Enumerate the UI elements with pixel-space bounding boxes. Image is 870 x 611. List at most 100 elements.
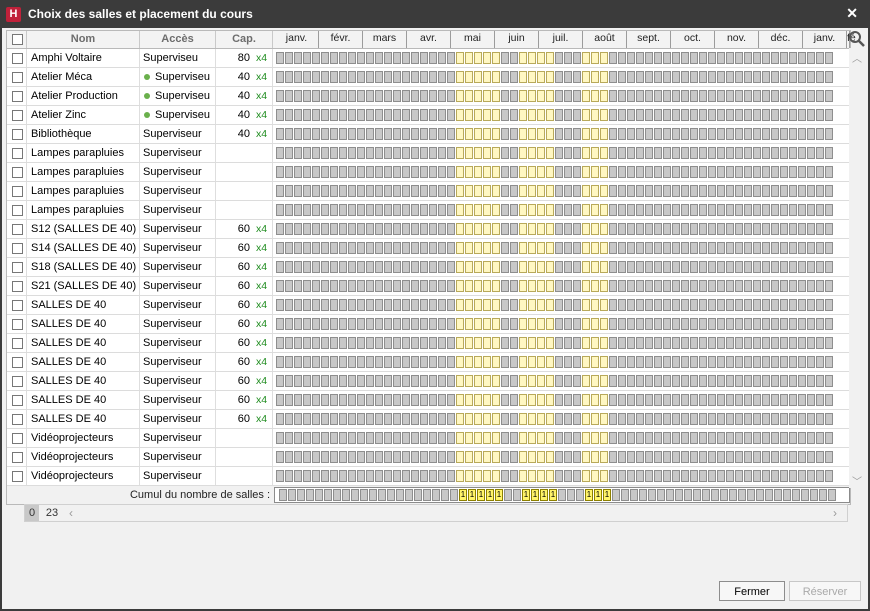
week-slot[interactable]	[609, 356, 617, 368]
week-slot[interactable]	[312, 413, 320, 425]
week-slot[interactable]	[276, 90, 284, 102]
week-slot[interactable]	[285, 299, 293, 311]
week-slot[interactable]	[555, 90, 563, 102]
week-slot[interactable]	[816, 128, 824, 140]
week-slot[interactable]	[285, 242, 293, 254]
week-slot[interactable]	[816, 394, 824, 406]
week-slot[interactable]	[438, 52, 446, 64]
week-slot[interactable]	[753, 451, 761, 463]
week-slot[interactable]	[771, 470, 779, 482]
week-slot[interactable]	[510, 451, 518, 463]
week-slot[interactable]	[330, 242, 338, 254]
week-slot[interactable]	[312, 90, 320, 102]
week-slot[interactable]	[450, 489, 458, 501]
week-slot[interactable]	[708, 299, 716, 311]
week-slot-occupied[interactable]	[528, 337, 536, 349]
week-slot-occupied[interactable]: 1	[531, 489, 539, 501]
week-slot[interactable]	[564, 432, 572, 444]
week-slot[interactable]	[330, 109, 338, 121]
week-slot[interactable]	[807, 470, 815, 482]
week-slot-occupied[interactable]	[537, 128, 545, 140]
week-slot[interactable]	[825, 318, 833, 330]
room-row[interactable]: Lampes parapluies Superviseur	[7, 182, 850, 201]
room-row[interactable]: S12 (SALLES DE 40) Superviseur 60 x4	[7, 220, 850, 239]
week-slot[interactable]	[378, 489, 386, 501]
week-slot[interactable]	[348, 71, 356, 83]
week-slot[interactable]	[726, 109, 734, 121]
week-slot[interactable]	[708, 261, 716, 273]
week-slot[interactable]	[780, 90, 788, 102]
week-slot-occupied[interactable]	[456, 432, 464, 444]
week-slot[interactable]	[510, 52, 518, 64]
room-row[interactable]: Vidéoprojecteurs Superviseur	[7, 467, 850, 486]
week-slot[interactable]	[510, 318, 518, 330]
week-slot-occupied[interactable]	[474, 394, 482, 406]
week-slot[interactable]	[771, 394, 779, 406]
week-slot[interactable]	[816, 299, 824, 311]
week-slot-occupied[interactable]	[537, 375, 545, 387]
week-slot[interactable]	[285, 451, 293, 463]
week-slot[interactable]	[321, 337, 329, 349]
week-slot[interactable]	[447, 185, 455, 197]
week-slot[interactable]	[618, 147, 626, 159]
week-slot[interactable]	[351, 489, 359, 501]
week-slot[interactable]	[339, 71, 347, 83]
week-slot[interactable]	[627, 128, 635, 140]
week-slot[interactable]	[555, 318, 563, 330]
week-slot[interactable]	[312, 375, 320, 387]
week-slot[interactable]	[447, 470, 455, 482]
week-slot[interactable]	[438, 185, 446, 197]
week-slot[interactable]	[735, 261, 743, 273]
week-slot[interactable]	[636, 261, 644, 273]
week-slot-occupied[interactable]	[582, 470, 590, 482]
week-slot[interactable]	[744, 52, 752, 64]
week-slot-occupied[interactable]	[591, 394, 599, 406]
week-slot-occupied[interactable]	[546, 299, 554, 311]
week-slot[interactable]	[285, 375, 293, 387]
week-slot[interactable]	[348, 394, 356, 406]
week-slot[interactable]	[798, 299, 806, 311]
week-slot[interactable]	[816, 470, 824, 482]
week-slot[interactable]	[717, 185, 725, 197]
week-slot[interactable]	[276, 223, 284, 235]
week-slot[interactable]	[294, 280, 302, 292]
week-slot[interactable]	[375, 394, 383, 406]
week-slot[interactable]	[393, 185, 401, 197]
week-slot[interactable]	[510, 413, 518, 425]
week-slot[interactable]	[276, 52, 284, 64]
week-slot[interactable]	[510, 280, 518, 292]
week-slot[interactable]	[303, 52, 311, 64]
week-slot[interactable]	[618, 109, 626, 121]
week-slot[interactable]	[285, 413, 293, 425]
week-slot[interactable]	[753, 470, 761, 482]
week-slot-occupied[interactable]	[537, 261, 545, 273]
week-slot[interactable]	[393, 356, 401, 368]
week-slot-occupied[interactable]	[465, 337, 473, 349]
week-slot[interactable]	[564, 109, 572, 121]
week-slot-occupied[interactable]	[456, 52, 464, 64]
week-slot[interactable]	[294, 204, 302, 216]
week-slot[interactable]	[627, 470, 635, 482]
week-slot[interactable]	[573, 71, 581, 83]
week-slot[interactable]	[663, 413, 671, 425]
week-slot-occupied[interactable]	[600, 470, 608, 482]
week-slot[interactable]	[780, 223, 788, 235]
week-slot-occupied[interactable]	[456, 242, 464, 254]
week-slot-occupied[interactable]	[528, 318, 536, 330]
week-slot[interactable]	[420, 166, 428, 178]
scroll-right-icon[interactable]: ›	[833, 506, 837, 520]
week-slot-occupied[interactable]	[519, 432, 527, 444]
week-slot-occupied[interactable]	[600, 299, 608, 311]
week-slot[interactable]	[366, 451, 374, 463]
week-slot[interactable]	[312, 394, 320, 406]
week-slot[interactable]	[402, 166, 410, 178]
week-slot[interactable]	[555, 185, 563, 197]
week-slot[interactable]	[321, 318, 329, 330]
week-slot[interactable]	[672, 109, 680, 121]
week-slot[interactable]	[747, 489, 755, 501]
week-slot[interactable]	[711, 489, 719, 501]
room-row[interactable]: Lampes parapluies Superviseur	[7, 163, 850, 182]
week-slot[interactable]	[285, 204, 293, 216]
week-slot[interactable]	[510, 166, 518, 178]
week-slot-occupied[interactable]: 1	[594, 489, 602, 501]
